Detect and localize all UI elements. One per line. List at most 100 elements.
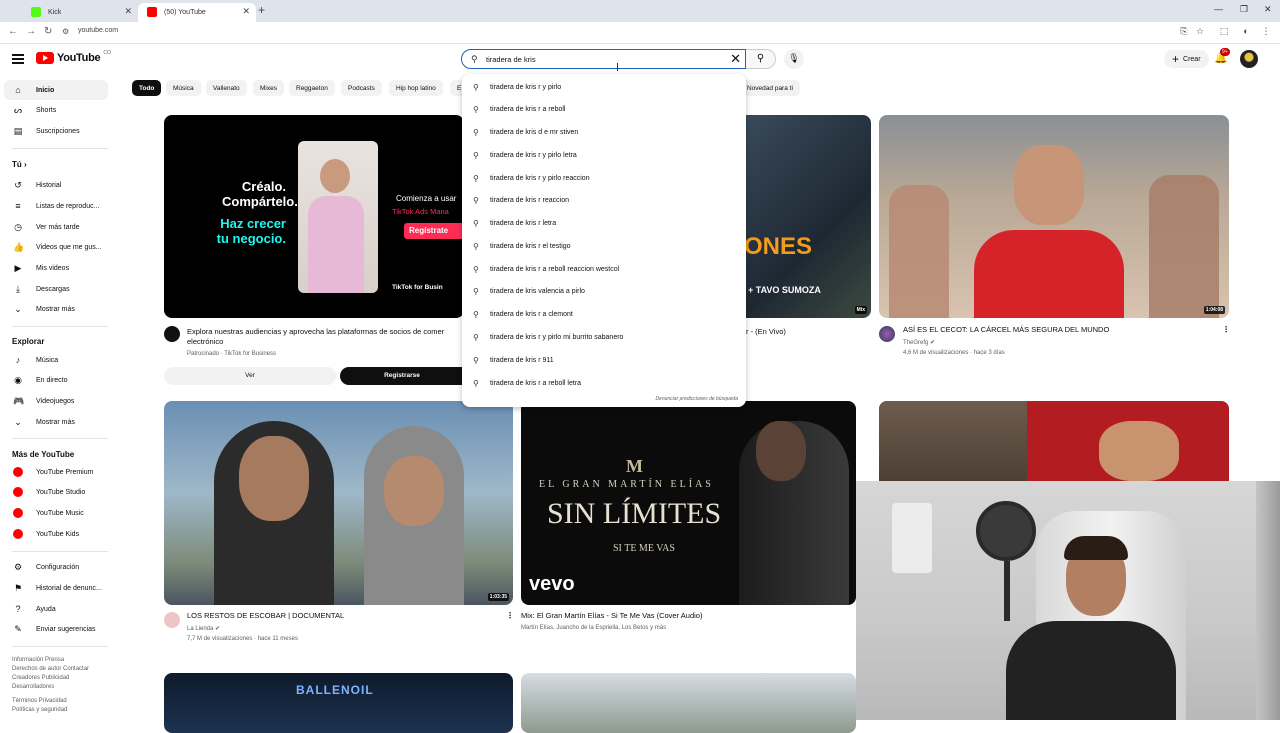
ad-view-button[interactable]: Ver	[164, 367, 336, 385]
maximize-icon[interactable]: ❐	[1240, 4, 1248, 15]
sidebar-item-history[interactable]: ↺ Historial	[4, 175, 108, 195]
video-title[interactable]: r - (En Vivo)	[746, 327, 786, 337]
search-suggestion[interactable]: ⚲ tiradera de kris d e mr stiven	[462, 121, 746, 143]
section-you[interactable]: Tú ›	[12, 160, 27, 169]
sidebar-item-show-more[interactable]: ⌄ Mostrar más	[4, 412, 108, 432]
channel-name[interactable]: Martín Elías, Juancho de la Espriella, L…	[521, 623, 666, 633]
bookmark-star-icon[interactable]: ☆	[1194, 26, 1206, 38]
sidebar-item-home[interactable]: ⌂ Inicio	[4, 80, 108, 100]
channel-name[interactable]: TheGrefg ✔	[903, 338, 935, 348]
chip-podcasts[interactable]: Podcasts	[341, 80, 382, 96]
search-suggestion[interactable]: ⚲ tiradera de kris r y pirlo mi burrito s…	[462, 326, 746, 348]
ad-title[interactable]: Explora nuestras audiencias y aprovecha …	[187, 327, 464, 347]
voice-search-button[interactable]: 🎙	[784, 49, 804, 69]
sidebar-item-label: YouTube Music	[36, 509, 84, 517]
video-thumbnail[interactable]: 1:03:35	[164, 401, 513, 605]
sidebar-item-gaming[interactable]: 🎮 Videojuegos	[4, 391, 108, 411]
sidebar-item-help[interactable]: ? Ayuda	[4, 599, 108, 619]
sidebar-item-playlists[interactable]: ≡ Listas de reproduc...	[4, 196, 108, 216]
search-suggestion[interactable]: ⚲ tiradera de kris r y pirlo reaccion	[462, 167, 746, 189]
search-suggestion[interactable]: ⚲ tiradera de kris r a reboll letra	[462, 372, 746, 394]
close-tab-icon[interactable]: ✕	[124, 6, 132, 17]
chip-vallenato[interactable]: Vallenato	[206, 80, 247, 96]
youtube-logo[interactable]: YouTube CO	[36, 50, 111, 64]
install-app-icon[interactable]: ⎘	[1178, 26, 1190, 38]
tab-youtube[interactable]: (50) YouTube ✕	[138, 3, 256, 22]
video-thumbnail[interactable]: ONES + TAVO SUMOZA Mix	[746, 115, 871, 318]
sidebar-item-settings[interactable]: ⚙ Configuración	[4, 557, 108, 577]
sidebar-item-live[interactable]: ◉ En directo	[4, 370, 108, 390]
sidebar-item-subscriptions[interactable]: ▤ Suscripciones	[4, 121, 108, 141]
footer-links[interactable]: Información Prensa Derechos de autor Con…	[12, 656, 89, 715]
search-suggestion[interactable]: ⚲ tiradera de kris r el testigo	[462, 235, 746, 257]
reload-icon[interactable]: ↻	[44, 26, 52, 37]
sidebar-item-shorts[interactable]: ᔕ Shorts	[4, 100, 108, 120]
chip-all[interactable]: Todo	[132, 80, 162, 96]
extensions-icon[interactable]: ⬚	[1218, 26, 1230, 38]
browser-menu-icon[interactable]: ⋮	[1260, 26, 1272, 38]
search-suggestion[interactable]: ⚲ tiradera de kris r y pirlo	[462, 76, 746, 98]
search-suggestion[interactable]: ⚲ tiradera de kris r 911	[462, 349, 746, 371]
video-thumbnail[interactable]: 1:04:08	[879, 115, 1229, 318]
chip-mixes[interactable]: Mixes	[253, 80, 284, 96]
search-suggestion[interactable]: ⚲ tiradera de kris valencia a pirlo	[462, 280, 746, 302]
search-suggestion[interactable]: ⚲ tiradera de kris r y pirlo letra	[462, 144, 746, 166]
sidebar-item-watch-later[interactable]: ◷ Ver más tarde	[4, 217, 108, 237]
close-window-icon[interactable]: ✕	[1264, 4, 1272, 15]
site-info-icon[interactable]: ⚙	[62, 27, 69, 36]
clear-search-icon[interactable]: ✕	[730, 51, 741, 67]
sidebar-item-music[interactable]: ♪ Música	[4, 350, 108, 370]
video-thumbnail[interactable]: M EL GRAN MARTÍN ELÍAS SIN LÍMITES SI TE…	[521, 401, 856, 605]
channel-name[interactable]: La Lienda ✔	[187, 624, 220, 634]
chip-hip-hop-latino[interactable]: Hip hop latino	[389, 80, 443, 96]
ad-signup-button[interactable]: Registrarse	[340, 367, 464, 385]
channel-avatar[interactable]	[164, 612, 180, 628]
sidebar-item-youtube-music[interactable]: YouTube Music	[4, 503, 108, 523]
sidebar-item-feedback[interactable]: ✎ Enviar sugerencias	[4, 619, 108, 639]
sidebar-item-youtube-kids[interactable]: YouTube Kids	[4, 524, 108, 544]
sidebar-item-liked[interactable]: 👍 Videos que me gus...	[4, 237, 108, 257]
forward-icon[interactable]: →	[26, 26, 36, 37]
chip-new-for-you[interactable]: Novedad para ti	[740, 80, 800, 96]
more-options-icon[interactable]: ⋮	[1222, 325, 1230, 334]
video-thumbnail[interactable]	[879, 401, 1229, 481]
ad-thumbnail[interactable]: Créalo. Compártelo. Haz crecer tu negocio.…	[164, 115, 464, 318]
notifications-button[interactable]: 🔔 9+	[1214, 48, 1230, 64]
tab-kick[interactable]: Kick ✕	[22, 3, 138, 22]
sidebar-item-show-more[interactable]: ⌄ Mostrar más	[4, 299, 108, 319]
new-tab-button[interactable]: +	[258, 3, 265, 17]
video-thumbnail[interactable]	[521, 673, 856, 733]
chip-reggaeton[interactable]: Reggaeton	[289, 80, 335, 96]
video-title[interactable]: Mix: El Gran Martín Elías - Si Te Me Vas…	[521, 611, 702, 621]
sidebar-item-my-videos[interactable]: ▶ Mis videos	[4, 258, 108, 278]
video-thumbnail[interactable]: BALLENOIL	[164, 673, 513, 733]
url-field[interactable]: youtube.com	[78, 27, 118, 34]
search-button[interactable]: ⚲	[746, 49, 776, 69]
chip-music[interactable]: Música	[166, 80, 201, 96]
video-title[interactable]: ASÍ ES EL CECOT: LA CÁRCEL MÁS SEGURA DE…	[903, 325, 1213, 335]
video-title[interactable]: LOS RESTOS DE ESCOBAR | DOCUMENTAL	[187, 611, 344, 621]
profile-icon[interactable]: ◐	[1240, 26, 1252, 38]
back-icon[interactable]: ←	[8, 26, 18, 37]
create-button[interactable]: + Crear	[1164, 50, 1209, 68]
ad-register-button[interactable]: Regístrate	[404, 223, 464, 239]
report-predictions-link[interactable]: Denunciar predicciones de búsqueda	[655, 396, 738, 402]
minimize-icon[interactable]: —	[1214, 4, 1223, 14]
more-options-icon[interactable]: ⋮	[506, 611, 514, 620]
search-suggestion[interactable]: ⚲ tiradera de kris r letra	[462, 212, 746, 234]
sidebar-item-downloads[interactable]: ⤓ Descargas	[4, 279, 108, 299]
search-input[interactable]: ⚲ tiradera de kris ✕	[461, 49, 746, 69]
sidebar-item-youtube-studio[interactable]: YouTube Studio	[4, 482, 108, 502]
search-suggestion[interactable]: ⚲ tiradera de kris r a clemont	[462, 303, 746, 325]
close-tab-icon[interactable]: ✕	[242, 6, 250, 17]
avatar[interactable]	[1240, 50, 1258, 68]
search-suggestion[interactable]: ⚲ tiradera de kris r a reboll	[462, 98, 746, 120]
search-suggestion[interactable]: ⚲ tiradera de kris r reaccion	[462, 189, 746, 211]
sidebar-item-label: YouTube Premium	[36, 468, 94, 476]
channel-avatar[interactable]	[879, 326, 895, 342]
channel-avatar[interactable]	[164, 326, 180, 342]
sidebar-item-youtube-premium[interactable]: YouTube Premium	[4, 462, 108, 482]
menu-icon[interactable]	[12, 54, 24, 64]
sidebar-item-report-history[interactable]: ⚑ Historial de denunc...	[4, 578, 108, 598]
search-suggestion[interactable]: ⚲ tiradera de kris r a reboll reaccion we…	[462, 258, 746, 280]
